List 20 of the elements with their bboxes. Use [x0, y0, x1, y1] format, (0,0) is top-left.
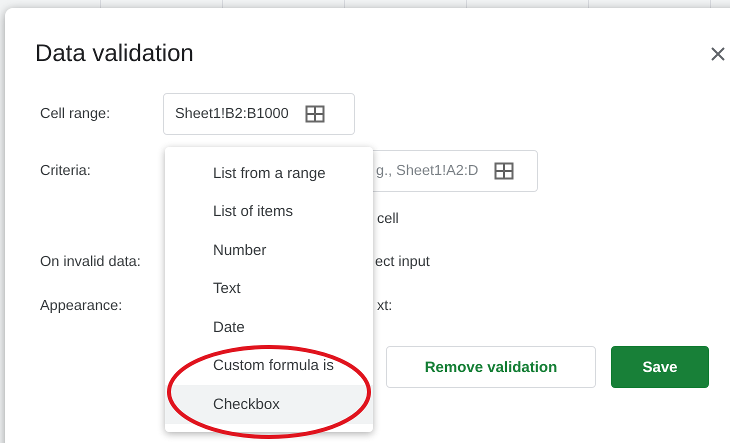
range-field[interactable]: Sheet1!B2:B1000: [163, 93, 355, 135]
checkbox-label: cell: [377, 211, 399, 227]
close-icon[interactable]: [711, 47, 725, 61]
remove-button[interactable]: Remove validation: [386, 346, 596, 388]
field-label: Appearance:: [39, 298, 124, 314]
save-button[interactable]: Save: [611, 346, 709, 388]
dialog-title: Data validation: [35, 40, 194, 68]
field-label: On invalid data:: [39, 254, 142, 270]
field-label: Cell range:: [39, 106, 112, 122]
grid-icon[interactable]: [304, 105, 325, 123]
menu-item[interactable]: Number: [165, 231, 373, 270]
field-label: Criteria:: [39, 163, 92, 179]
menu-item[interactable]: Date: [165, 308, 373, 346]
option-label: ect input: [375, 254, 430, 270]
menu-item[interactable]: Checkbox: [165, 385, 373, 424]
checkbox-label: xt:: [377, 298, 392, 314]
menu-item[interactable]: Custom formula is: [165, 346, 373, 385]
grid-icon[interactable]: [494, 162, 514, 180]
menu-item[interactable]: Text: [165, 270, 373, 308]
menu-item[interactable]: List of items: [165, 192, 373, 231]
